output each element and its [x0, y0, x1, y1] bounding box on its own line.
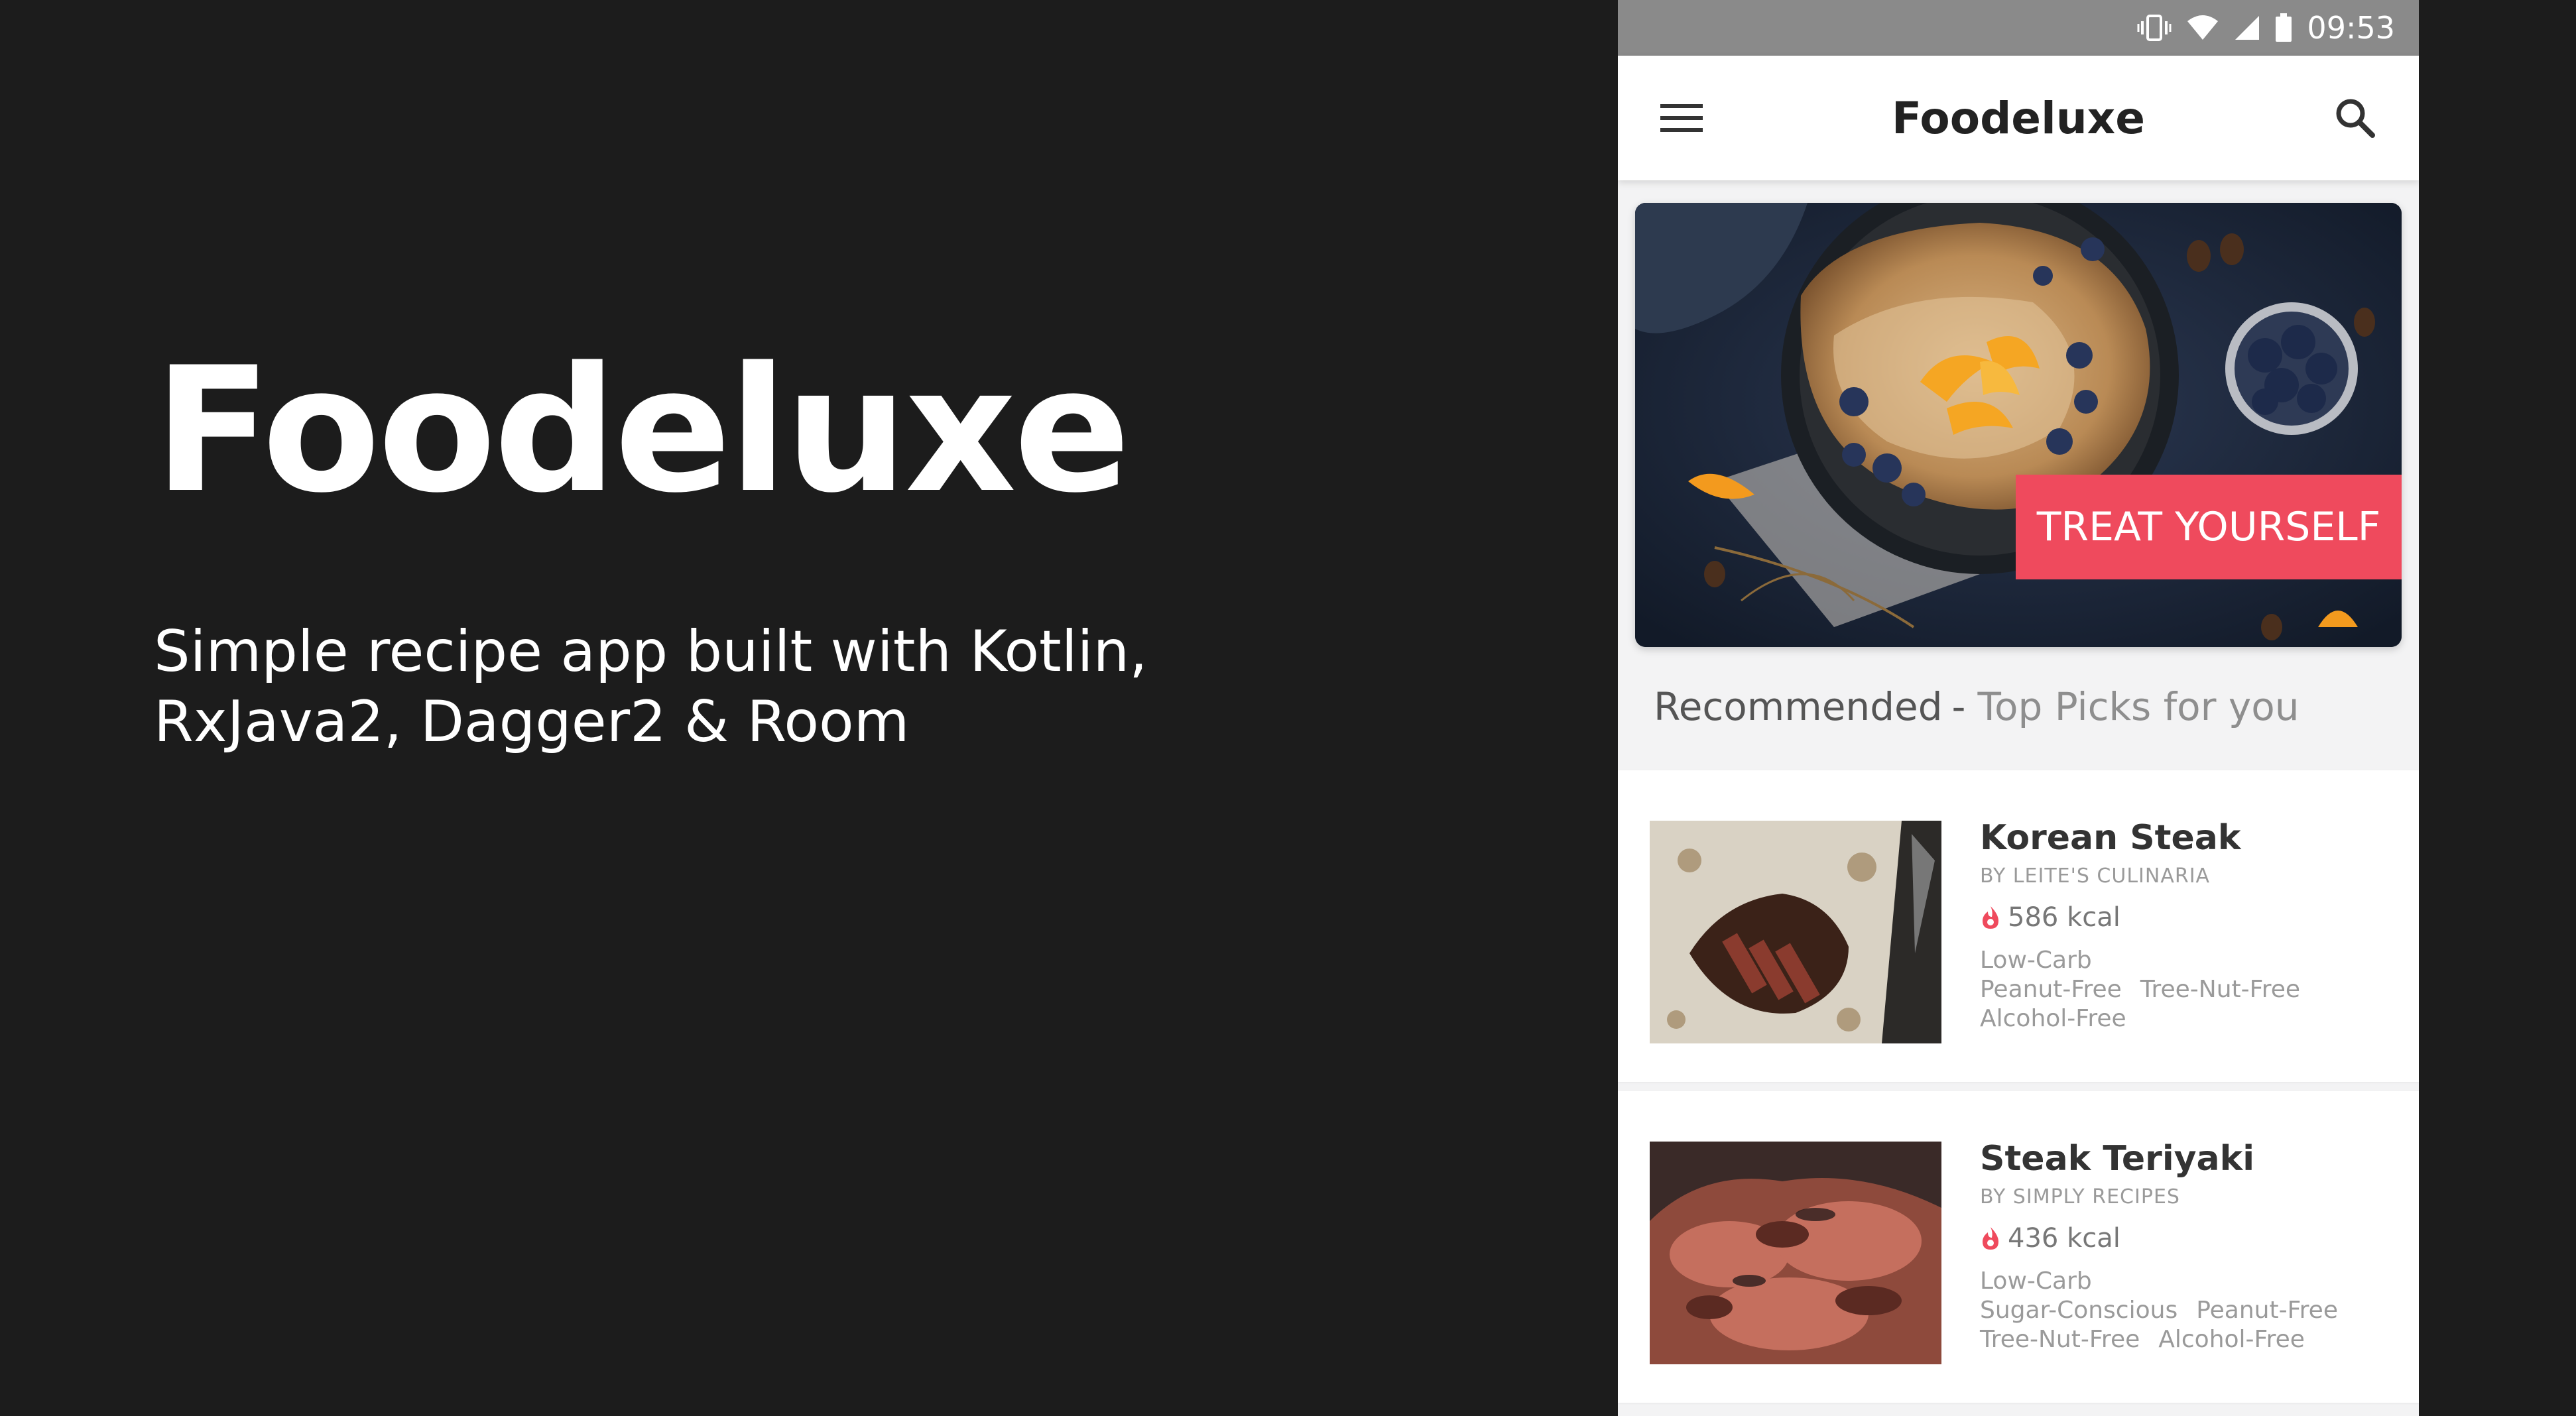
recipe-source: BY LEITE'S CULINARIA: [1980, 864, 2211, 888]
section-subtitle: Top Picks for you: [1977, 684, 2300, 729]
search-icon: [2336, 99, 2375, 138]
main-content: TREAT YOURSELF Recommended - Top Picks f…: [1618, 180, 2419, 1403]
recipe-card[interactable]: Steak Teriyaki BY SIMPLY RECIPES 436 kca…: [1618, 1091, 2419, 1403]
recipe-tags: Low-Carb Sugar-Conscious Peanut-Free Tree…: [1980, 1267, 2357, 1354]
vibrate-icon: [2137, 13, 2172, 42]
recipe-tag: Alcohol-Free: [2158, 1326, 2305, 1353]
recipe-name: Steak Teriyaki: [1980, 1139, 2255, 1179]
flame-icon: [1983, 906, 1998, 929]
promo-title: Foodeluxe: [154, 331, 1131, 531]
recipe-thumbnail: [1650, 821, 1941, 1043]
steak-teriyaki-image: [1650, 1142, 1941, 1364]
recipe-tag: Low-Carb: [1980, 1268, 2092, 1295]
recipe-info: Steak Teriyaki BY SIMPLY RECIPES 436 kca…: [1980, 1139, 2357, 1403]
recipe-calories: 436 kcal: [1980, 1223, 2357, 1254]
promo-subtitle: Simple recipe app built with Kotlin, RxJ…: [154, 617, 1215, 757]
signal-icon: [2234, 15, 2260, 41]
status-bar: 09:53: [1618, 0, 2419, 56]
search-button[interactable]: [2329, 91, 2382, 145]
menu-button[interactable]: [1655, 91, 1708, 145]
recipe-tag: Sugar-Conscious: [1980, 1297, 2178, 1324]
phone-screen: 09:53 Foodeluxe TREAT YOURSELF Recommend…: [1618, 0, 2419, 1416]
featured-banner[interactable]: TREAT YOURSELF: [1635, 203, 2402, 647]
recipe-tag: Tree-Nut-Free: [2140, 976, 2301, 1003]
recipe-tag: Tree-Nut-Free: [1980, 1326, 2140, 1353]
recipe-tag: Peanut-Free: [1980, 976, 2122, 1003]
status-time: 09:53: [2307, 10, 2395, 46]
promo-subtitle-line-2: RxJava2, Dagger2 & Room: [154, 689, 910, 755]
recipe-card[interactable]: Korean Steak BY LEITE'S CULINARIA 586 kc…: [1618, 770, 2419, 1082]
recipe-tag: Low-Carb: [1980, 947, 2092, 974]
wifi-icon: [2186, 15, 2219, 41]
app-title: Foodeluxe: [1891, 92, 2146, 144]
section-header: Recommended - Top Picks for you: [1635, 647, 2402, 766]
treat-yourself-badge: TREAT YOURSELF: [2016, 475, 2402, 579]
recipe-calories: 586 kcal: [1980, 902, 2319, 933]
featured-food-image: [1635, 203, 2402, 647]
recipe-kcal-value: 436 kcal: [2008, 1223, 2120, 1254]
recipe-tag: Peanut-Free: [2196, 1297, 2338, 1324]
recipe-thumbnail: [1650, 1142, 1941, 1364]
section-separator: -: [1951, 684, 1966, 729]
battery-icon: [2275, 13, 2292, 42]
recipe-tags: Low-Carb Peanut-Free Tree-Nut-Free Alcoho…: [1980, 946, 2319, 1033]
promo-panel: Foodeluxe Simple recipe app built with K…: [154, 345, 1215, 757]
hamburger-menu-icon: [1660, 104, 1703, 132]
app-bar: Foodeluxe: [1618, 56, 2419, 180]
recipe-info: Korean Steak BY LEITE'S CULINARIA 586 kc…: [1980, 818, 2319, 1082]
recipe-tag: Alcohol-Free: [1980, 1005, 2126, 1032]
promo-subtitle-line-1: Simple recipe app built with Kotlin,: [154, 619, 1148, 685]
presentation-slide: Foodeluxe Simple recipe app built with K…: [0, 0, 2576, 1416]
recipe-kcal-value: 586 kcal: [2008, 902, 2120, 933]
korean-steak-image: [1650, 821, 1941, 1043]
section-title: Recommended: [1654, 684, 1943, 729]
flame-icon: [1983, 1227, 1998, 1250]
recipe-source: BY SIMPLY RECIPES: [1980, 1185, 2180, 1209]
recipe-name: Korean Steak: [1980, 818, 2241, 858]
